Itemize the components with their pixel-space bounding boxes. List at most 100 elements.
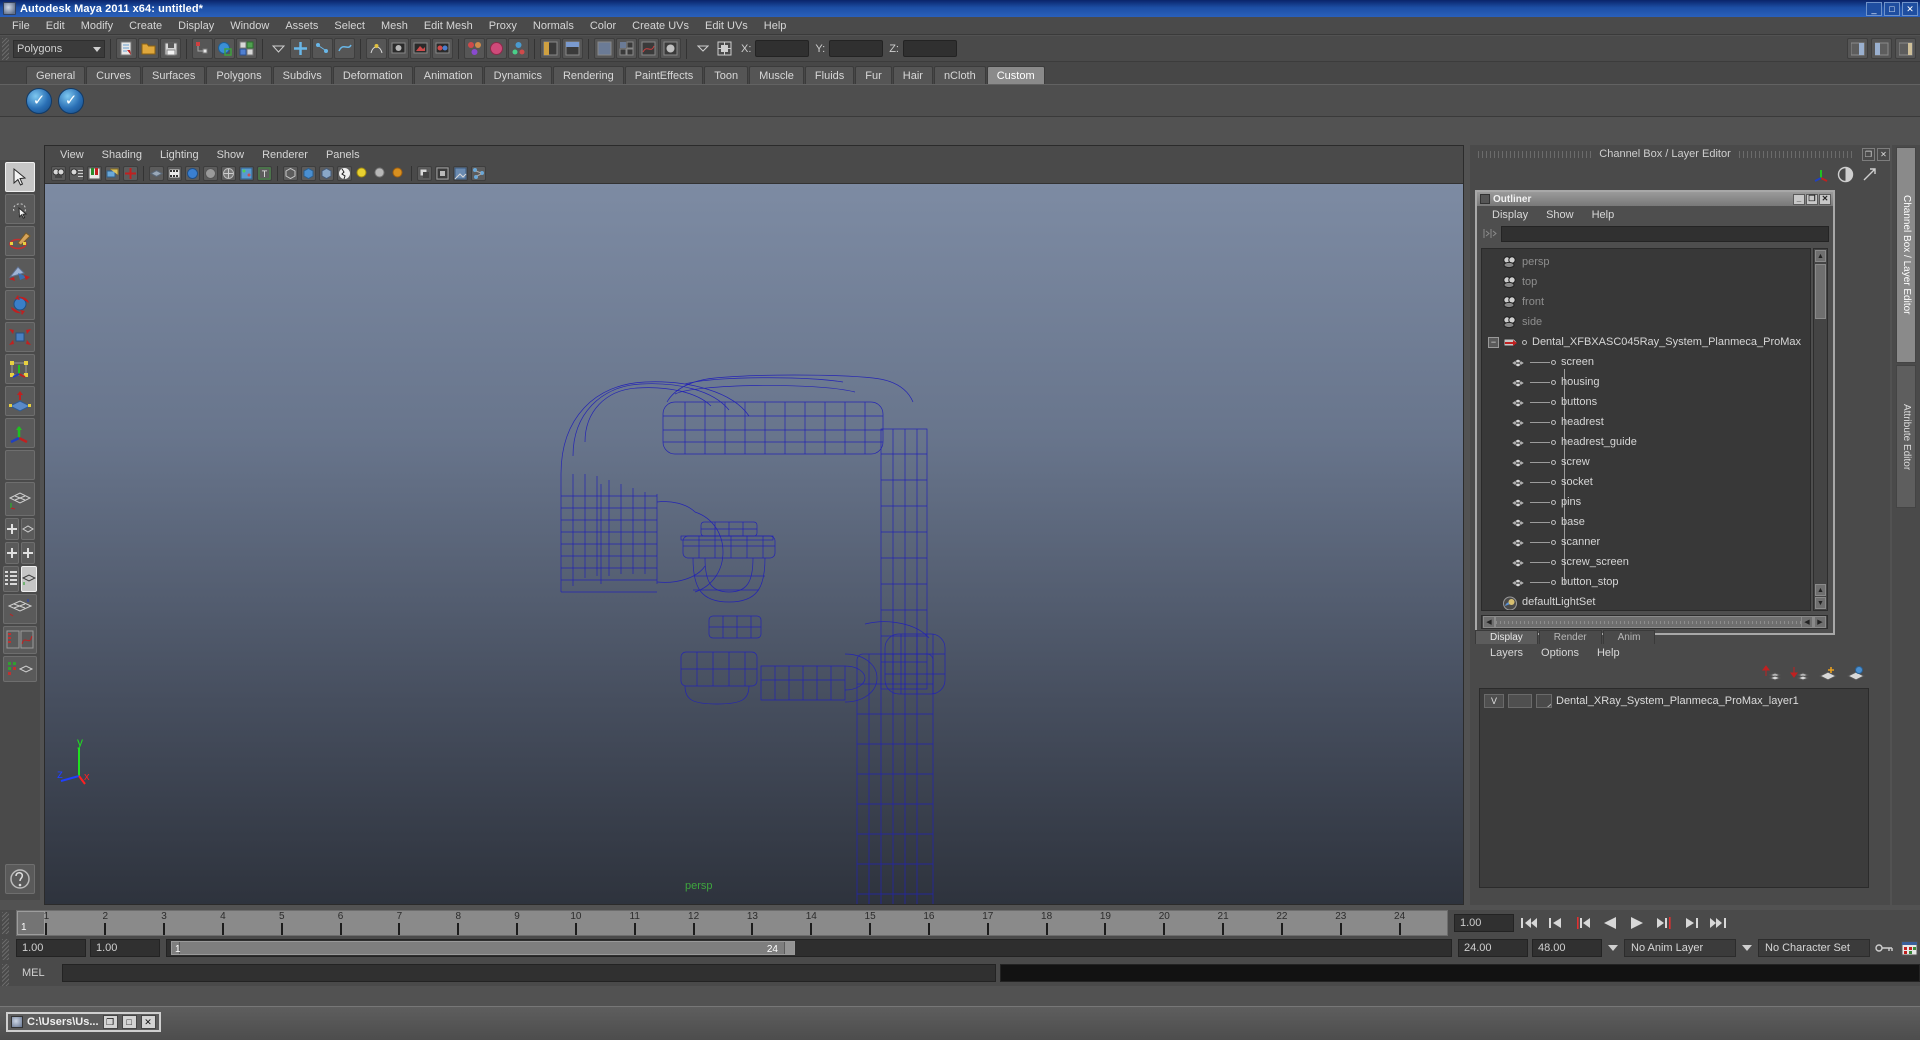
hypershade-icon[interactable] [464, 38, 485, 59]
range-slider-handle-area[interactable]: 1 24 [171, 941, 795, 955]
snap-to-grid-icon[interactable] [290, 38, 311, 59]
save-scene-icon[interactable] [160, 38, 181, 59]
menu-item-create-uvs[interactable]: Create UVs [624, 18, 697, 34]
layer-menu-layers[interactable]: Layers [1481, 646, 1532, 660]
character-set-selector[interactable]: No Character Set [1758, 939, 1870, 957]
isolate-select-icon[interactable] [435, 166, 450, 181]
outliner-item-front[interactable]: front [1482, 292, 1810, 312]
wireframe-on-shaded-icon[interactable] [221, 166, 236, 181]
render-view-icon[interactable] [486, 38, 507, 59]
anim-layer-selector[interactable]: No Anim Layer [1624, 939, 1736, 957]
close-button[interactable]: ✕ [1902, 2, 1918, 16]
outliner-item-base[interactable]: base [1482, 512, 1810, 532]
shelf-tab-curves[interactable]: Curves [86, 66, 141, 84]
graph-editor-layout-icon[interactable] [638, 38, 659, 59]
last-tool-used[interactable] [5, 450, 35, 480]
viewport-menu-renderer[interactable]: Renderer [253, 148, 317, 162]
layer-list[interactable]: V Dental_XRay_System_Planmeca_ProMax_laye… [1479, 688, 1869, 888]
timeline-track[interactable]: 1 1 2 3 4 5 6 7 8 9 10 11 12 13 14 15 16 17 18 19 20 21 22 23 2… [16, 910, 1448, 936]
grid-toggle-icon[interactable] [149, 166, 164, 181]
toggle-attribute-editor-icon[interactable] [1847, 38, 1868, 59]
outliner-search-input[interactable] [1501, 225, 1829, 242]
uv-mask-icon[interactable] [21, 542, 35, 564]
node-dot-icon[interactable] [1551, 419, 1556, 425]
move-layer-up-icon[interactable] [1762, 665, 1781, 681]
outliner-minimize-button[interactable]: _ [1793, 193, 1805, 205]
outliner-item-buttons[interactable]: buttons [1482, 392, 1810, 412]
hscrollbar-thumb[interactable] [1495, 616, 1814, 628]
texture-display-icon[interactable] [239, 166, 254, 181]
shaded-cube-icon[interactable] [301, 166, 316, 181]
manipulator-axes-icon[interactable] [1813, 166, 1830, 183]
layer-row[interactable]: V Dental_XRay_System_Planmeca_ProMax_laye… [1480, 692, 1868, 710]
command-language-label[interactable]: MEL [16, 967, 58, 979]
construction-history-icon[interactable] [366, 38, 387, 59]
outliner-close-button[interactable]: ✕ [1819, 193, 1831, 205]
go-to-start-button[interactable] [1517, 913, 1541, 933]
shelf-tab-dynamics[interactable]: Dynamics [483, 66, 552, 84]
hardware-texturing-icon[interactable] [453, 166, 468, 181]
node-dot-icon[interactable] [1551, 539, 1556, 545]
taskbar-close-button[interactable]: ✕ [140, 1015, 156, 1029]
hypergraph-icon[interactable] [508, 38, 529, 59]
playback-start-field[interactable]: 1.00 [90, 939, 160, 957]
menu-item-display[interactable]: Display [170, 18, 222, 34]
text-overlay-icon[interactable]: T [257, 166, 272, 181]
node-dot-icon[interactable] [1551, 579, 1556, 585]
viewport-menu-lighting[interactable]: Lighting [151, 148, 208, 162]
show-manipulator-tool[interactable] [5, 418, 35, 448]
outliner-item-socket[interactable]: socket [1482, 472, 1810, 492]
layer-tab-render[interactable]: Render [1538, 630, 1602, 644]
select-tool[interactable] [5, 162, 35, 192]
object-mode-icon[interactable] [5, 482, 35, 516]
two-d-pan-zoom-icon[interactable] [123, 166, 138, 181]
select-by-object-icon[interactable] [214, 38, 235, 59]
outliner-panel-icon[interactable] [540, 38, 561, 59]
shelf-item-checkmark-1[interactable]: ✓ [26, 87, 52, 114]
outliner-item-screw-screen[interactable]: screw_screen [1482, 552, 1810, 572]
help-line-icon[interactable] [5, 864, 35, 894]
selection-mode-dropdown[interactable]: Polygons [13, 39, 105, 58]
step-forward-key-button[interactable] [1679, 913, 1703, 933]
scale-tool[interactable] [5, 322, 35, 352]
range-slider-grip[interactable] [2, 939, 9, 961]
dock-drag-handle-right[interactable] [1738, 150, 1852, 158]
step-back-key-button[interactable] [1544, 913, 1568, 933]
outliner-maximize-button[interactable]: ❐ [1806, 193, 1818, 205]
menu-item-mesh[interactable]: Mesh [373, 18, 416, 34]
outliner-item-headrest[interactable]: headrest [1482, 412, 1810, 432]
pivot-chevron-icon[interactable] [692, 38, 713, 59]
snap-to-point-icon[interactable] [334, 38, 355, 59]
shelf-tab-custom[interactable]: Custom [986, 66, 1045, 84]
outliner-filter-icon[interactable] [1481, 226, 1497, 241]
shelf-tab-fur[interactable]: Fur [855, 66, 892, 84]
taskbar-restore-button[interactable]: ❐ [102, 1015, 118, 1029]
menu-item-color[interactable]: Color [582, 18, 624, 34]
paint-selection-tool[interactable] [5, 226, 35, 256]
z-coordinate-field[interactable] [902, 40, 957, 57]
node-dot-icon[interactable] [1551, 399, 1556, 405]
xray-display-icon[interactable] [283, 166, 298, 181]
shelf-tab-rendering[interactable]: Rendering [552, 66, 624, 84]
menu-item-file[interactable]: File [4, 18, 38, 34]
edge-mask-icon[interactable] [5, 542, 19, 564]
range-end-field[interactable]: 24.00 [1458, 939, 1528, 957]
viewport-menu-shading[interactable]: Shading [93, 148, 151, 162]
vertex-mask-icon[interactable] [5, 518, 19, 540]
menu-item-proxy[interactable]: Proxy [481, 18, 525, 34]
outliner-title-bar[interactable]: Outliner _ ❐ ✕ [1477, 192, 1833, 206]
shelf-tab-fluids[interactable]: Fluids [804, 66, 855, 84]
outliner-item-persp[interactable]: persp [1482, 252, 1810, 272]
mask-chevron-icon[interactable] [268, 38, 289, 59]
shadows-icon[interactable] [417, 166, 432, 181]
light-yellow-icon[interactable] [355, 166, 370, 181]
soft-modification-tool[interactable] [5, 386, 35, 416]
shelf-item-checkmark-2[interactable]: ✓ [58, 87, 84, 114]
render-settings-icon[interactable] [432, 38, 453, 59]
auto-key-icon[interactable] [1874, 942, 1894, 954]
minimize-button[interactable]: _ [1866, 2, 1882, 16]
lasso-tool[interactable] [5, 194, 35, 224]
list-view-icon[interactable] [3, 566, 19, 592]
node-dot-icon[interactable] [1522, 339, 1527, 345]
ipr-render-icon[interactable] [410, 38, 431, 59]
